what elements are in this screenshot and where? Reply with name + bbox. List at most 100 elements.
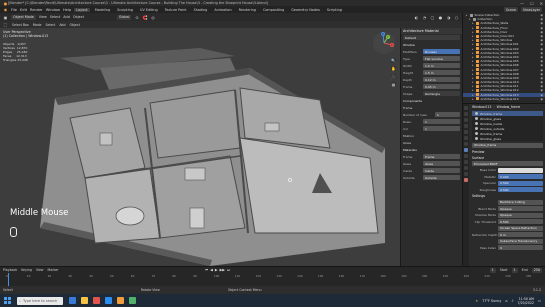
pan-hand-icon[interactable]: ✋ [391,66,396,71]
shape-field[interactable]: Rectangle [423,91,460,96]
property-field[interactable]: 0.500 [498,219,543,225]
surface-shader-field[interactable]: Principled BSDF [472,161,543,167]
network-icon[interactable]: ⌂ [505,299,507,303]
tool-tab-icon[interactable] [464,106,468,110]
rows2-field[interactable]: 1 [423,119,460,124]
physics-tab-icon[interactable] [464,160,468,164]
npanel-row-field[interactable]: 0.12 m [423,77,460,82]
property-field[interactable]: Screen Space Refraction [498,225,543,231]
tool-object[interactable]: Object [69,23,79,27]
end-frame-field[interactable]: 250 [531,267,542,273]
menu-help[interactable]: Help [63,8,71,12]
menu-add[interactable]: Add [63,15,70,19]
mat-row-field[interactable]: Inside [423,168,460,173]
workspace-tab-geometry-nodes[interactable]: Geometry Nodes [289,8,322,12]
property-field[interactable]: Backface Culling [498,199,543,205]
workspace-tab-layout[interactable]: Layout [74,7,90,12]
orientation-selector[interactable]: Global [116,14,132,20]
select-box-icon[interactable]: ⬚ [3,22,8,27]
npanel-row-field[interactable]: 1.2 m [423,63,460,68]
rows2-field[interactable]: 1 [423,126,460,131]
particles-tab-icon[interactable] [464,154,468,158]
expand-arrow-icon[interactable]: ▸ [469,17,471,21]
npanel-row-field[interactable]: 1.5 m [423,70,460,75]
material-slot-field[interactable]: Window_frame [472,142,543,148]
shading-material-icon[interactable]: ◑ [446,15,451,20]
pivot-icon[interactable]: ⊙ [134,15,139,20]
property-field[interactable]: Opaque [498,206,543,212]
maximize-button[interactable]: ☐ [530,1,534,6]
render-tab-icon[interactable] [464,112,468,116]
proportional-edit-icon[interactable]: ◎ [150,15,155,20]
workspace-tab-scripting[interactable]: Scripting [325,8,344,12]
menu-edit[interactable]: Edit [20,8,27,12]
taskbar-app-icon[interactable] [69,297,76,304]
clock[interactable]: 11:50 AM 7/20/2022 [518,297,534,305]
zoom-icon[interactable]: 🔍 [391,58,396,63]
jump-end-icon[interactable]: ⏭ [227,268,230,272]
menu-timeline-view[interactable]: View [36,268,44,272]
property-field[interactable]: 0 m [498,232,543,238]
workspace-tab-texture-paint[interactable]: Texture Paint [163,8,189,12]
menu-select[interactable]: Select [50,15,60,19]
tool-select[interactable]: Select [45,23,55,27]
menu-window[interactable]: Window [46,8,60,12]
taskbar-app-icon[interactable] [117,297,124,304]
start-frame-field[interactable]: 1 [511,267,518,273]
taskbar-app-icon[interactable] [93,297,100,304]
preset-field[interactable]: Default [403,35,460,40]
playhead[interactable] [8,273,9,286]
property-field[interactable]: Opaque [498,212,543,218]
taskbar-app-icon[interactable] [129,297,136,304]
scene-selector[interactable]: Scene [503,7,518,12]
npanel-row-field[interactable]: 0.05 m [423,84,460,89]
menu-keying[interactable]: Keying [21,268,32,272]
property-field[interactable]: 0 [498,245,543,251]
view-layer-selector[interactable]: ViewLayer [520,7,542,12]
number-rows-field[interactable]: 1 [435,112,460,117]
object-tab-icon[interactable] [464,142,468,146]
prev-key-icon[interactable]: ◀ [210,268,213,272]
menu-object[interactable]: Object [73,15,84,19]
workspace-tab-compositing[interactable]: Compositing [261,8,286,12]
mat-row-field[interactable]: Glass [423,161,460,166]
next-key-icon[interactable]: ▶▶ [220,268,225,272]
minimize-button[interactable]: — [520,1,524,6]
timeline-ruler[interactable]: 0 10 20 30 40 50 60 70 80 90 100 110 120 130 140 150 160… [0,274,545,280]
camera-view-icon[interactable]: 🎥 [391,74,396,79]
property-field[interactable] [498,167,543,173]
play-icon[interactable]: ▶ [215,268,218,272]
navigation-gizmo[interactable]: X Y Z [372,31,396,55]
menu-marker[interactable]: Marker [48,268,59,272]
3d-viewport[interactable]: User Perspective (1) Collection | Window… [0,28,400,266]
workspace-tab-sculpting[interactable]: Sculpting [115,8,135,12]
shading-rendered-icon[interactable]: ○ [454,15,459,20]
windows-start-icon[interactable] [4,297,11,304]
npanel-row-field[interactable]: Boolean [423,49,460,54]
material-slot[interactable]: Window_glass [472,136,543,141]
menu-file[interactable]: File [11,8,17,12]
scene-tab-icon[interactable] [464,130,468,134]
workspace-tab-modeling[interactable]: Modeling [93,8,112,12]
property-field[interactable]: 0.000 [498,174,543,180]
volume-icon[interactable]: ♪ [511,299,513,303]
tool-add[interactable]: Add [59,23,65,27]
mode-selector[interactable]: Object Mode [11,14,36,20]
snap-icon[interactable]: 🧲 [142,15,147,20]
tool-mode[interactable]: Mode [33,23,42,27]
material-tab-icon[interactable] [464,178,468,182]
taskbar-search[interactable]: ⌕ Type here to search [17,296,63,305]
menu-playback[interactable]: Playback [3,268,17,272]
mat-row-field[interactable]: Frame [423,154,460,159]
visibility-eye-icon[interactable]: ◉ [540,97,543,101]
property-field[interactable]: 0.500 [498,180,543,186]
visibility-icon[interactable]: ◐ [414,15,419,20]
modifier-tab-icon[interactable] [464,148,468,152]
menu-view[interactable]: View [39,15,47,19]
blender-menu-icon[interactable]: ◉ [3,7,8,12]
overlays-icon[interactable]: ◔ [422,15,427,20]
notifications-icon[interactable]: ▭ [538,299,541,303]
npanel-row-field[interactable]: Flat window [423,56,460,61]
data-tab-icon[interactable] [464,172,468,176]
expand-arrow-icon[interactable]: ▸ [472,97,474,101]
